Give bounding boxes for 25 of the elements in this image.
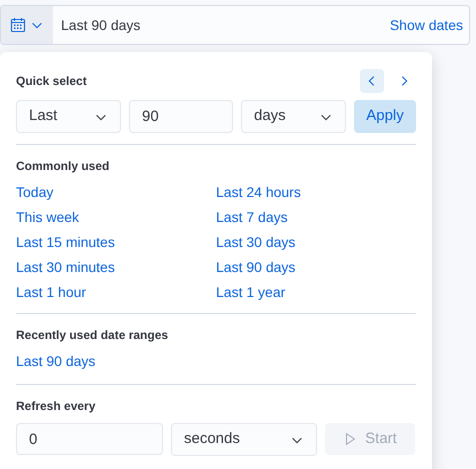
- range-link[interactable]: Last 30 minutes: [16, 255, 216, 280]
- amount-field[interactable]: 90: [129, 100, 233, 133]
- section-title: Commonly used: [16, 158, 110, 175]
- dropdown-select[interactable]: days: [241, 100, 346, 133]
- range-link[interactable]: Last 7 days: [216, 205, 416, 230]
- section-title: Recently used date ranges: [16, 327, 170, 344]
- range-link[interactable]: Last 1 hour: [16, 280, 216, 305]
- range-link[interactable]: Last 15 minutes: [16, 230, 216, 255]
- range-link[interactable]: Last 1 year: [216, 280, 416, 305]
- dropdown-select[interactable]: Last: [16, 100, 121, 133]
- date-range-text: Last 90 days: [60, 16, 142, 35]
- range-link[interactable]: This week: [16, 205, 216, 230]
- date-picker-toggle[interactable]: [1, 6, 53, 44]
- show-dates-link[interactable]: Show dates: [390, 6, 469, 44]
- range-link[interactable]: Last 90 days: [216, 255, 416, 280]
- range-link[interactable]: Last 30 days: [216, 230, 416, 255]
- calendar-icon: [10, 17, 26, 33]
- section-title: Refresh every: [16, 398, 96, 415]
- section-title: Quick select: [16, 73, 87, 90]
- previous-button[interactable]: [360, 69, 384, 93]
- range-link[interactable]: Today: [16, 180, 216, 205]
- apply-button[interactable]: Apply: [354, 100, 416, 133]
- play-icon: [343, 432, 358, 446]
- range-link[interactable]: Last 90 days: [16, 349, 416, 374]
- range-link[interactable]: Last 24 hours: [216, 180, 416, 205]
